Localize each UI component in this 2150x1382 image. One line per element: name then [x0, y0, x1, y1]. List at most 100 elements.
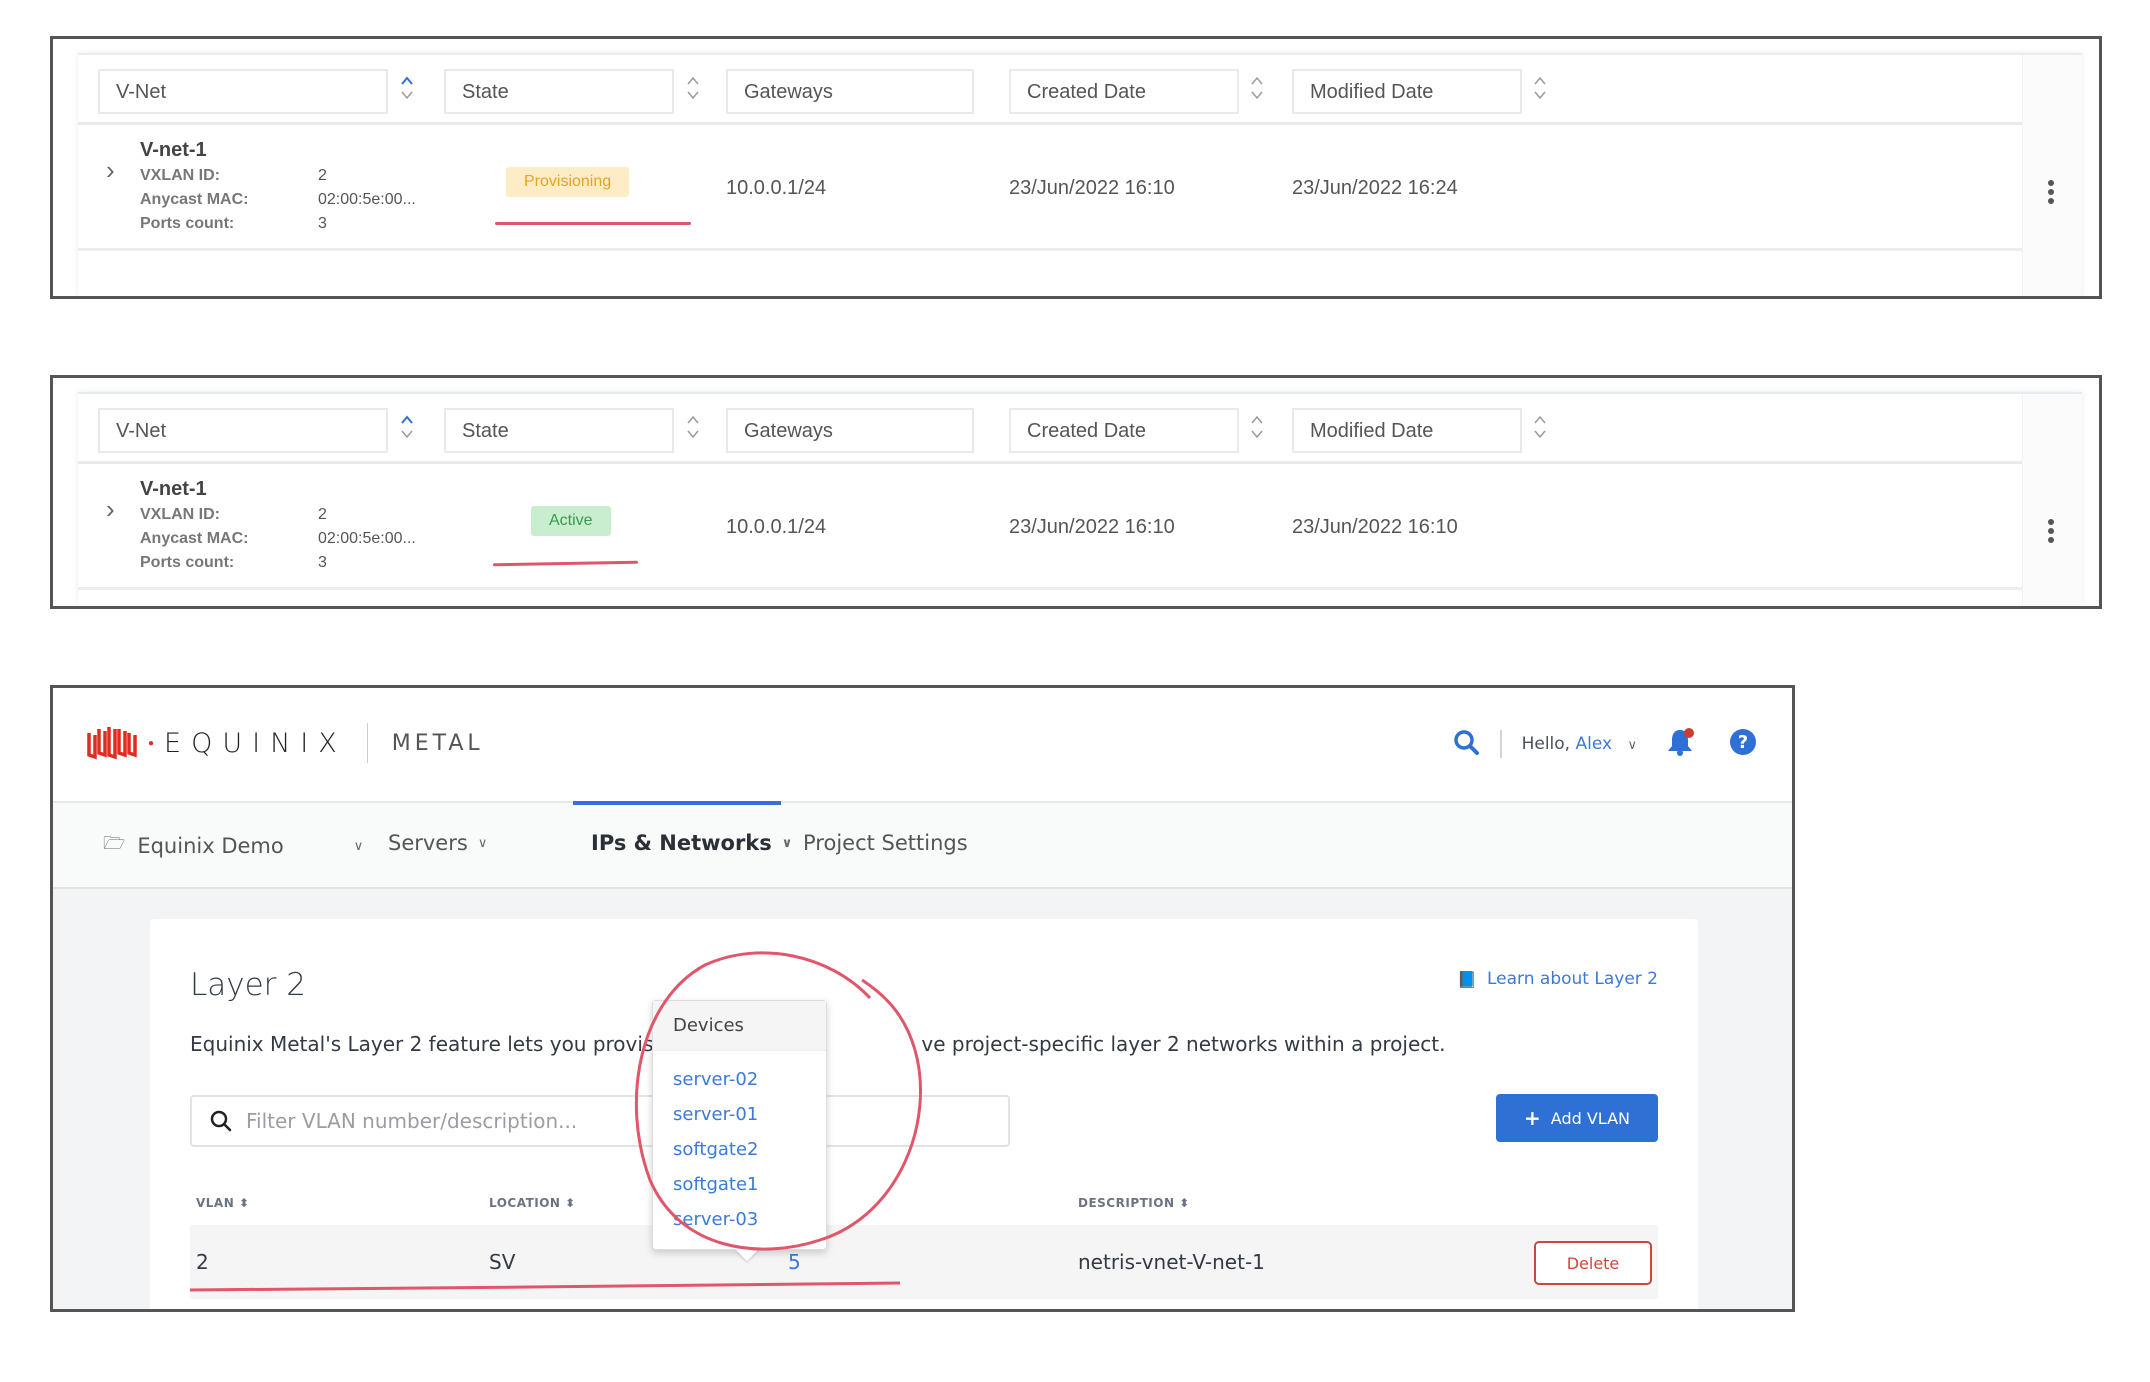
anycast-mac-value: 02:00:5e:00...	[318, 191, 416, 208]
gateway-value: 10.0.0.1/24	[726, 516, 827, 538]
description-header-label: DESCRIPTION	[1078, 1196, 1175, 1210]
plus-icon: +	[1524, 1106, 1541, 1130]
filter-vlan-field[interactable]	[190, 1095, 1010, 1147]
tab-servers-label: Servers	[388, 831, 468, 855]
vxlan-value: 2	[318, 167, 327, 184]
table-row: 2 SV 5 netris-vnet-V-net-1 Delete	[190, 1225, 1658, 1299]
column-header-vlan[interactable]: VLAN ⬍	[196, 1196, 250, 1210]
vnet-name: V-net-1	[140, 139, 207, 161]
header-created-date[interactable]: Created Date	[1009, 408, 1239, 453]
vnet-table: V-Net State Gateways Created Date Modifi…	[78, 53, 2082, 296]
vxlan-label: VXLAN ID:	[140, 506, 220, 523]
equinix-mark-icon	[87, 727, 137, 760]
page-content: Layer 2 📘 Learn about Layer 2 Equinix Me…	[53, 889, 1792, 1309]
ports-count-label: Ports count:	[140, 215, 235, 232]
chevron-down-icon: ∨	[477, 835, 488, 851]
greeting: Hello,	[1521, 734, 1571, 754]
folder-icon: 🗁	[103, 833, 126, 854]
book-icon: 📘	[1457, 969, 1477, 989]
device-link[interactable]: softgate1	[673, 1174, 806, 1209]
devices-count-link[interactable]: 5	[788, 1250, 801, 1274]
description-tail: ve project-specific layer 2 networks wit…	[921, 1032, 1446, 1056]
help-icon[interactable]: ?	[1729, 728, 1757, 761]
ports-count-value: 3	[318, 554, 327, 571]
tab-ips-networks[interactable]: IPs & Networks ∨	[591, 831, 792, 855]
learn-link-label: Learn about Layer 2	[1487, 969, 1658, 989]
device-link[interactable]: server-03	[673, 1209, 806, 1244]
header-created-date[interactable]: Created Date	[1009, 69, 1239, 114]
learn-about-layer2-link[interactable]: 📘 Learn about Layer 2	[1457, 969, 1658, 989]
header-modified-date[interactable]: Modified Date	[1292, 408, 1522, 453]
vlan-header-label: VLAN	[196, 1196, 235, 1210]
device-link[interactable]: softgate2	[673, 1139, 806, 1174]
top-bar-actions: Hello, Alex ∨ ?	[1452, 724, 1757, 764]
header-modified-date[interactable]: Modified Date	[1292, 69, 1522, 114]
project-selector[interactable]: 🗁 Equinix Demo ∨	[103, 831, 363, 861]
search-icon[interactable]	[1452, 728, 1480, 761]
equinix-metal-panel: ● EQUINIX METAL Hello, Alex ∨ ? 🗁 Equini…	[50, 685, 1795, 1312]
vnet-name: V-net-1	[140, 478, 207, 500]
table-row: › V-net-1 VXLAN ID: 2 Anycast MAC: 02:00…	[78, 466, 2082, 590]
created-date-value: 23/Jun/2022 16:10	[1009, 177, 1175, 199]
expand-chevron-icon[interactable]: ›	[106, 494, 115, 525]
top-bar: ● EQUINIX METAL Hello, Alex ∨ ?	[53, 688, 1792, 803]
column-header-location[interactable]: LOCATION ⬍	[489, 1196, 576, 1210]
equinix-logo[interactable]: ● EQUINIX METAL	[86, 723, 484, 763]
sort-modified-icon[interactable]	[1533, 75, 1547, 101]
notifications-bell-icon[interactable]	[1665, 727, 1695, 762]
tab-ips-networks-label: IPs & Networks	[591, 831, 772, 855]
created-date-value: 23/Jun/2022 16:10	[1009, 516, 1175, 538]
delete-button[interactable]: Delete	[1534, 1241, 1652, 1285]
tab-project-settings[interactable]: Project Settings	[803, 831, 968, 855]
add-vlan-button[interactable]: + Add VLAN	[1496, 1094, 1658, 1142]
filter-vlan-input[interactable]	[246, 1109, 946, 1133]
header-gateways: Gateways	[726, 408, 974, 453]
more-options-icon[interactable]	[2048, 519, 2054, 546]
table-header: V-Net State Gateways Created Date Modifi…	[78, 394, 2082, 464]
project-nav: 🗁 Equinix Demo ∨ Servers ∨ IPs & Network…	[53, 801, 1792, 889]
vlan-value: 2	[196, 1250, 209, 1274]
modified-date-value: 23/Jun/2022 16:24	[1292, 177, 1458, 199]
sort-vnet-icon[interactable]	[400, 75, 414, 101]
sort-created-icon[interactable]	[1250, 75, 1264, 101]
header-vnet[interactable]: V-Net	[98, 69, 388, 114]
status-badge-provisioning: Provisioning	[506, 167, 630, 197]
header-vnet[interactable]: V-Net	[98, 408, 388, 453]
more-options-icon[interactable]	[2048, 180, 2054, 207]
sort-vnet-icon[interactable]	[400, 414, 414, 440]
vnet-table-panel-active: V-Net State Gateways Created Date Modifi…	[50, 375, 2102, 609]
annotation-underline	[495, 222, 691, 225]
actions-column	[2022, 394, 2082, 606]
column-header-description[interactable]: DESCRIPTION ⬍	[1078, 1196, 1190, 1210]
logo-dot: ●	[148, 737, 155, 749]
device-link[interactable]: server-02	[673, 1069, 806, 1104]
svg-text:?: ?	[1738, 732, 1748, 753]
header-state[interactable]: State	[444, 69, 674, 114]
table-header: V-Net State Gateways Created Date Modifi…	[78, 55, 2082, 125]
anycast-mac-label: Anycast MAC:	[140, 191, 249, 208]
sort-state-icon[interactable]	[686, 75, 700, 101]
sort-state-icon[interactable]	[686, 414, 700, 440]
sort-created-icon[interactable]	[1250, 414, 1264, 440]
devices-list: server-02 server-01 softgate2 softgate1 …	[653, 1051, 826, 1244]
tab-servers[interactable]: Servers ∨	[388, 831, 487, 855]
location-header-label: LOCATION	[489, 1196, 561, 1210]
sort-modified-icon[interactable]	[1533, 414, 1547, 440]
ports-count-label: Ports count:	[140, 554, 235, 571]
table-row: › V-net-1 VXLAN ID: 2 Anycast MAC: 02:00…	[78, 127, 2082, 251]
chevron-down-icon: ∨	[353, 838, 364, 854]
device-link[interactable]: server-01	[673, 1104, 806, 1139]
search-icon	[210, 1110, 232, 1132]
user-name: Alex	[1575, 734, 1613, 754]
popover-arrow	[735, 1249, 759, 1261]
expand-chevron-icon[interactable]: ›	[106, 155, 115, 186]
annotation-underline	[492, 560, 639, 567]
actions-column	[2022, 55, 2082, 296]
description-value: netris-vnet-V-net-1	[1078, 1250, 1265, 1274]
status-badge-active: Active	[531, 506, 611, 536]
vxlan-label: VXLAN ID:	[140, 167, 220, 184]
header-state[interactable]: State	[444, 408, 674, 453]
vnet-table: V-Net State Gateways Created Date Modifi…	[78, 392, 2082, 606]
anycast-mac-label: Anycast MAC:	[140, 530, 249, 547]
user-menu[interactable]: Hello, Alex ∨	[1522, 734, 1637, 754]
